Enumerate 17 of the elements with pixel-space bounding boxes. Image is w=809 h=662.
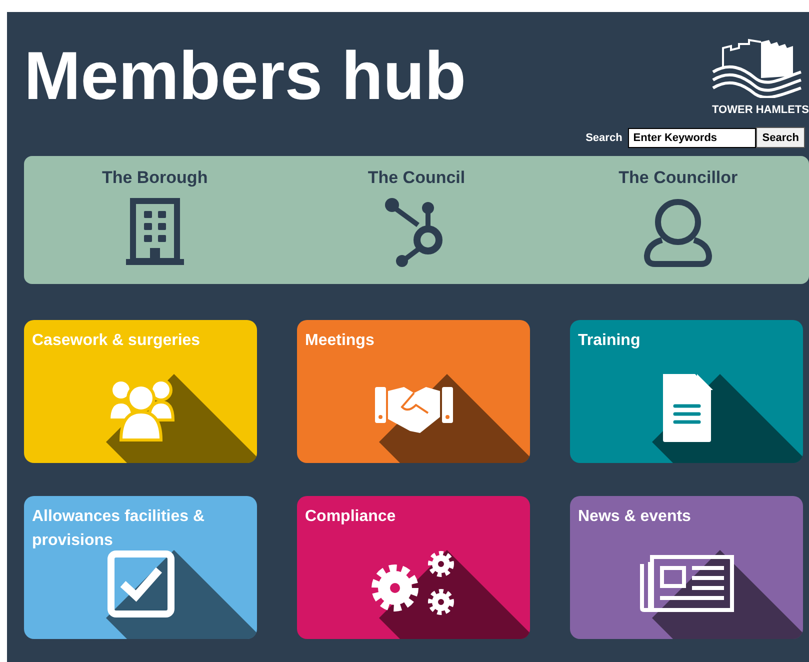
search-label: Search (586, 132, 622, 144)
menu-tile[interactable]: Training (570, 320, 803, 463)
menu-tile[interactable]: News & events (570, 496, 803, 639)
document-icon (660, 374, 712, 442)
page-title: Members hub (24, 37, 466, 116)
section-link[interactable]: The Council (286, 156, 548, 284)
logo-text: TOWER HAMLETS (712, 104, 809, 116)
menu-tile[interactable]: Compliance (297, 496, 530, 639)
checkbox-icon (106, 550, 174, 618)
newspaper-icon (640, 554, 734, 614)
menu-tile[interactable]: Meetings (297, 320, 530, 463)
section-link[interactable]: The Borough (24, 156, 286, 284)
search-field[interactable]: Enter Keywords (628, 128, 756, 148)
building-icon (124, 198, 185, 266)
search-button[interactable]: Search (756, 127, 805, 148)
section-link[interactable]: The Councillor (547, 156, 809, 284)
person-icon (642, 198, 714, 268)
